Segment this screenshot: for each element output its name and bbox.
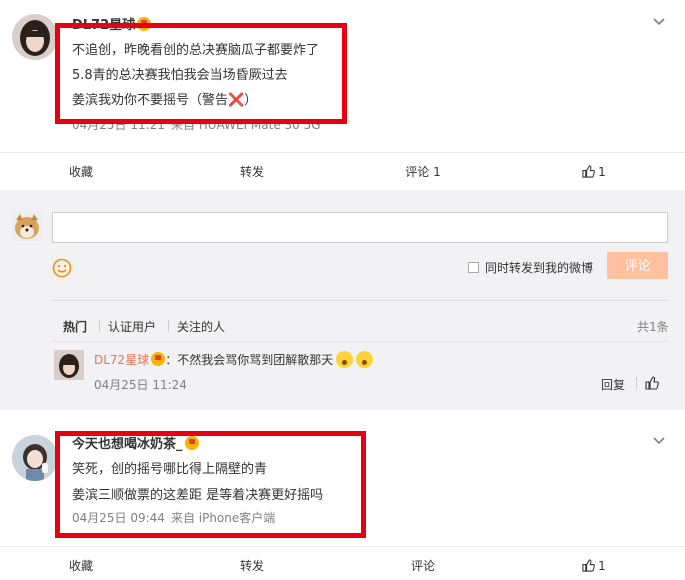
post1-like-count: 1: [598, 165, 606, 179]
thumbs-up-icon: [582, 559, 596, 572]
post-card-2: 今天也想喝冰奶茶_ 笑死，创的摇号哪比得上隔壁的青 姜滨三顺做票的这差距 是等着…: [0, 410, 685, 580]
post2-time[interactable]: 04月25日 09:44: [72, 511, 165, 525]
crown-badge-icon: [151, 352, 166, 366]
post2-text-line-2: 姜滨三顺做票的这差距 是等着决赛更好摇吗: [72, 488, 324, 503]
filter-separator: [99, 320, 100, 332]
commenter-avatar[interactable]: [54, 350, 84, 380]
repost-label: 同时转发到我的微博: [485, 261, 594, 275]
crown-badge-icon: [184, 436, 199, 450]
current-user-avatar[interactable]: [12, 211, 42, 241]
repost-checkbox[interactable]: 同时转发到我的微博: [468, 259, 593, 276]
divider: [52, 300, 668, 301]
post1-meta: 04月25日 11:21 来自 HUAWEI Mate 30 5G: [72, 116, 327, 133]
post2-comment-button[interactable]: 评论: [383, 547, 463, 580]
crown-badge-icon: [137, 17, 152, 31]
comment-input[interactable]: [52, 212, 668, 243]
post2-avatar[interactable]: [12, 435, 58, 481]
chevron-down-icon[interactable]: [652, 434, 666, 448]
shocked-emoji-icon: [336, 351, 354, 368]
post1-repost-button[interactable]: 转发: [212, 153, 292, 191]
filter-following[interactable]: 关注的人: [177, 318, 225, 335]
comment-time: 04月25日 11:24: [94, 378, 187, 392]
post2-favorite-button[interactable]: 收藏: [41, 547, 121, 580]
emoji-smiley-icon[interactable]: [52, 258, 72, 278]
commenter-username[interactable]: DL72星球: [94, 353, 149, 367]
post2-repost-button[interactable]: 转发: [212, 547, 292, 580]
comment-like-icon[interactable]: [645, 376, 659, 390]
comment-total: 共1条: [637, 320, 669, 334]
post2-like-count: 1: [598, 559, 606, 573]
thumbs-up-icon: [582, 165, 596, 178]
post2-text-line-1: 笑死，创的摇号哪比得上隔壁的青: [72, 462, 268, 477]
post1-avatar[interactable]: [12, 14, 58, 60]
post2-meta: 04月25日 09:44 来自 iPhone客户端: [72, 509, 281, 526]
post1-text-line-1: 不追创，昨晚看创的总决赛脑瓜子都要炸了: [72, 43, 320, 58]
post2-like-button[interactable]: 1: [554, 547, 634, 580]
filter-separator: [168, 320, 169, 332]
post1-text-line-2: 5.8青的总决赛我怕我会当场昏厥过去: [72, 68, 288, 83]
post2-username[interactable]: 今天也想喝冰奶茶_: [72, 433, 199, 452]
post2-source: 来自 iPhone客户端: [170, 511, 276, 525]
post1-time[interactable]: 04月25日 11:21: [72, 118, 165, 132]
post1-comment-button[interactable]: 评论 1: [383, 153, 463, 191]
comment-reply-button[interactable]: 回复: [601, 376, 625, 393]
post1-text-line-3: 姜滨我劝你不要摇号（警告❌）: [72, 93, 258, 108]
checkbox-box[interactable]: [468, 262, 479, 273]
comment-text: ：不然我会骂你骂到团解散那天: [165, 353, 334, 367]
filter-hot[interactable]: 热门: [63, 318, 87, 335]
post1-action-bar: 收藏 转发 评论 1 1: [0, 152, 685, 190]
chevron-down-icon[interactable]: [652, 15, 666, 29]
separator: [636, 377, 637, 389]
comment-line: DL72星球 ：不然我会骂你骂到团解散那天: [94, 351, 374, 368]
post1-username[interactable]: DL72星球: [72, 14, 152, 33]
divider: [52, 341, 668, 342]
filter-verified[interactable]: 认证用户: [108, 318, 156, 335]
post1-source: 来自 HUAWEI Mate 30 5G: [170, 118, 321, 132]
post1-like-button[interactable]: 1: [554, 153, 634, 191]
post2-action-bar: 收藏 转发 评论 1: [0, 546, 685, 580]
post1-favorite-button[interactable]: 收藏: [41, 153, 121, 191]
submit-comment-button[interactable]: 评论: [607, 252, 668, 279]
shocked-emoji-icon: [356, 351, 374, 368]
post-card-1: DL72星球 不追创，昨晚看创的总决赛脑瓜子都要炸了 5.8青的总决赛我怕我会当…: [0, 0, 685, 190]
